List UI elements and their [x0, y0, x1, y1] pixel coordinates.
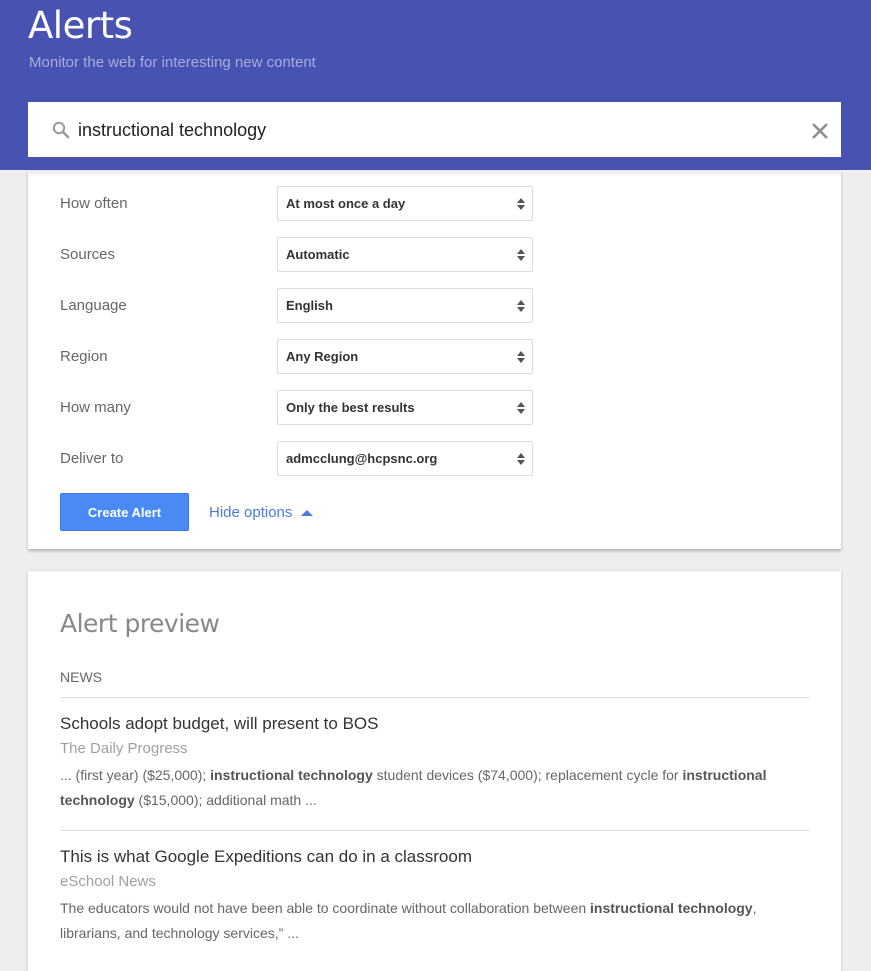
option-row-how-often: How often At most once a day: [28, 186, 841, 221]
option-label: How many: [60, 399, 131, 416]
select-arrows-icon: [517, 351, 525, 363]
app-header: Alerts Monitor the web for interesting n…: [0, 0, 871, 170]
news-title-link[interactable]: Schools adopt budget, will present to BO…: [60, 713, 810, 735]
select-arrows-icon: [517, 249, 525, 261]
news-source: The Daily Progress: [60, 740, 188, 757]
sources-select[interactable]: Automatic: [277, 237, 533, 272]
divider: [60, 697, 810, 698]
close-icon[interactable]: [811, 122, 829, 140]
select-arrows-icon: [517, 453, 525, 465]
news-title-link[interactable]: This is what Google Expeditions can do i…: [60, 846, 810, 868]
snippet-text: The educators would not have been able t…: [60, 900, 591, 916]
alert-options-card: How often At most once a day Sources Aut…: [28, 170, 841, 549]
how-often-select[interactable]: At most once a day: [277, 186, 533, 221]
option-label: Region: [60, 348, 108, 365]
option-row-deliver-to: Deliver to admcclung@hcpsnc.org: [28, 441, 841, 476]
news-item: Schools adopt budget, will present to BO…: [60, 713, 810, 813]
page-title: Alerts: [28, 4, 133, 47]
how-many-select[interactable]: Only the best results: [277, 390, 533, 425]
search-box: [28, 102, 841, 157]
option-row-language: Language English: [28, 288, 841, 323]
option-label: Deliver to: [60, 450, 124, 467]
snippet-text: ... (first year) ($25,000);: [60, 767, 211, 783]
select-value: Automatic: [286, 247, 350, 262]
news-snippet: ... (first year) ($25,000); instructiona…: [60, 763, 810, 813]
select-value: Any Region: [286, 349, 359, 364]
divider: [60, 830, 810, 831]
select-value: English: [286, 298, 333, 313]
news-source: eSchool News: [60, 873, 156, 890]
region-select[interactable]: Any Region: [277, 339, 533, 374]
select-value: Only the best results: [286, 400, 415, 415]
news-item: This is what Google Expeditions can do i…: [60, 846, 810, 946]
snippet-highlight: instructional technology: [590, 900, 753, 916]
caret-up-icon: [301, 509, 314, 516]
language-select[interactable]: English: [277, 288, 533, 323]
select-arrows-icon: [517, 198, 525, 210]
select-value: At most once a day: [286, 196, 406, 211]
option-label: Language: [60, 297, 127, 314]
option-label: How often: [60, 195, 128, 212]
snippet-highlight: instructional technology: [210, 767, 373, 783]
select-arrows-icon: [517, 300, 525, 312]
page-subtitle: Monitor the web for interesting new cont…: [29, 54, 316, 71]
hide-options-link[interactable]: Hide options: [209, 504, 314, 521]
deliver-to-select[interactable]: admcclung@hcpsnc.org: [277, 441, 533, 476]
option-row-how-many: How many Only the best results: [28, 390, 841, 425]
create-alert-button[interactable]: Create Alert: [60, 493, 189, 531]
select-value: admcclung@hcpsnc.org: [286, 451, 438, 466]
preview-title: Alert preview: [60, 609, 220, 638]
alert-preview-card: Alert preview NEWS Schools adopt budget,…: [28, 571, 841, 971]
news-snippet: The educators would not have been able t…: [60, 896, 810, 946]
section-label-news: NEWS: [60, 669, 102, 685]
search-input[interactable]: [78, 115, 778, 145]
search-icon: [52, 121, 70, 139]
select-arrows-icon: [517, 402, 525, 414]
option-row-sources: Sources Automatic: [28, 237, 841, 272]
hide-options-label: Hide options: [209, 504, 293, 521]
option-row-region: Region Any Region: [28, 339, 841, 374]
snippet-text: student devices ($74,000); replacement c…: [372, 767, 683, 783]
option-label: Sources: [60, 246, 116, 263]
snippet-text: ($15,000); additional math ...: [134, 792, 317, 808]
